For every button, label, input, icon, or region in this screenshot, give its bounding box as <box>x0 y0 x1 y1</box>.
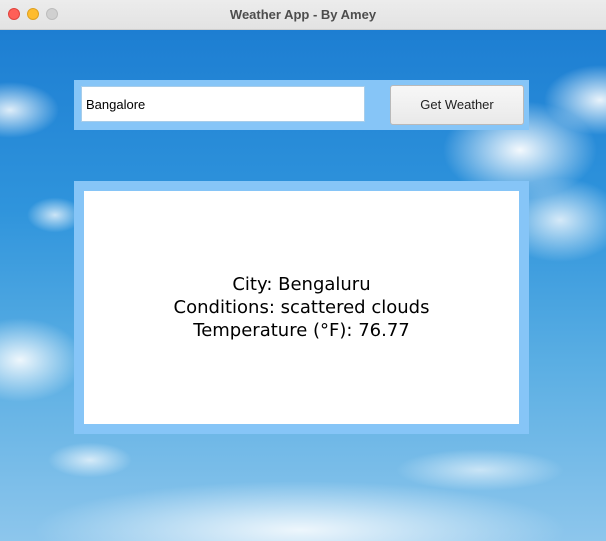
city-input[interactable] <box>81 86 365 122</box>
city-result: City: Bengaluru <box>232 274 371 295</box>
window-title: Weather App - By Amey <box>229 7 377 22</box>
weather-result-box: City: Bengaluru Conditions: scattered cl… <box>84 191 519 424</box>
search-panel: Get Weather <box>74 80 529 130</box>
result-frame: City: Bengaluru Conditions: scattered cl… <box>74 181 529 434</box>
conditions-result: Conditions: scattered clouds <box>173 297 430 318</box>
get-weather-button[interactable]: Get Weather <box>390 85 524 125</box>
title-bar: Weather App - By Amey <box>0 0 606 30</box>
temperature-result: Temperature (°F): 76.77 <box>193 320 410 341</box>
app-window: Weather App - By Amey Get Weather City: … <box>0 0 606 541</box>
sky-background: Get Weather City: Bengaluru Conditions: … <box>0 30 606 541</box>
